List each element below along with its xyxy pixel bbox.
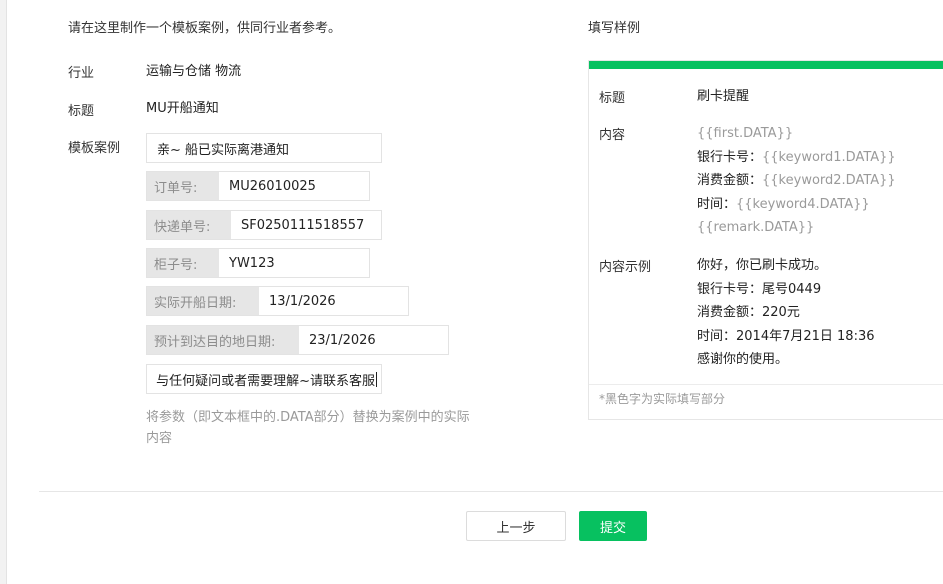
title-value: MU开船通知	[146, 101, 219, 116]
actual-sailing-date-field[interactable]: 实际开船日期: 13/1/2026	[146, 286, 409, 316]
sample-heading: 填写样例	[588, 21, 641, 36]
first-data-value: 亲~ 船已实际离港通知	[157, 142, 290, 158]
sample-content-placeholder: {{keyword1.DATA}}	[762, 149, 896, 165]
order-number-value: MU26010025	[229, 178, 316, 194]
sample-example-line: 银行卡号：尾号0449	[697, 281, 822, 297]
previous-step-button[interactable]: 上一步	[466, 511, 566, 541]
container-number-field[interactable]: 柜子号: YW123	[146, 248, 370, 278]
sample-content-remark: {{remark.DATA}}	[697, 220, 815, 235]
order-number-field[interactable]: 订单号: MU26010025	[146, 171, 370, 201]
sample-title-label: 标题	[599, 91, 626, 106]
sample-accent-bar	[589, 61, 943, 69]
sample-content-first: {{first.DATA}}	[697, 126, 794, 141]
sample-example-line: 感谢你的使用。	[697, 352, 789, 367]
footer-divider	[39, 491, 943, 492]
first-data-input[interactable]: 亲~ 船已实际离港通知	[146, 133, 382, 163]
sample-content-line: {{first.DATA}}	[697, 122, 793, 146]
sample-example-label: 内容示例	[599, 260, 652, 275]
sample-content-key: 消费金额：	[697, 173, 763, 188]
container-number-value: YW123	[229, 255, 275, 271]
submit-button[interactable]: 提交	[579, 511, 647, 541]
container-number-tag: 柜子号:	[147, 249, 219, 277]
sample-content-line: 消费金额：{{keyword2.DATA}}	[697, 169, 896, 193]
sample-footnote: *黑色字为实际填写部分	[599, 392, 726, 406]
eta-date-field[interactable]: 预计到达目的地日期: 23/1/2026	[146, 325, 449, 355]
remark-data-input[interactable]: 与任何疑问或者需要理解~请联系客服	[146, 364, 382, 394]
sample-content-line: 银行卡号：{{keyword1.DATA}}	[697, 146, 896, 170]
industry-value: 运输与仓储 物流	[146, 64, 242, 79]
order-number-tag: 订单号:	[147, 172, 219, 200]
sample-content-line: {{remark.DATA}}	[697, 216, 814, 240]
industry-label: 行业	[68, 66, 95, 81]
text-cursor	[376, 371, 377, 387]
eta-date-value: 23/1/2026	[309, 332, 376, 348]
sample-example-line: 时间：2014年7月21日 18:36	[697, 328, 875, 344]
sample-title-value: 刷卡提醒	[697, 89, 750, 104]
actual-sailing-date-tag: 实际开船日期:	[147, 287, 259, 315]
sample-card: 标题 刷卡提醒 内容 {{first.DATA}} 银行卡号：{{keyword…	[588, 60, 943, 420]
parameter-hint: 将参数（即文本框中的.DATA部分）替换为案例中的实际内容	[146, 410, 470, 446]
main-panel: 请在这里制作一个模板案例，供同行业者参考。 行业 运输与仓储 物流 标题 MU开…	[6, 0, 943, 584]
sample-content-placeholder: {{keyword4.DATA}}	[736, 196, 870, 212]
title-label: 标题	[68, 104, 95, 119]
sample-content-key: 时间：	[697, 196, 737, 212]
actual-sailing-date-value: 13/1/2026	[269, 293, 336, 309]
remark-data-value: 与任何疑问或者需要理解~请联系客服	[156, 373, 375, 389]
tracking-number-tag: 快递单号:	[147, 211, 231, 239]
tracking-number-field[interactable]: 快递单号: SF0250111518557	[146, 210, 382, 240]
intro-text: 请在这里制作一个模板案例，供同行业者参考。	[68, 21, 342, 36]
sample-content-key: 银行卡号：	[697, 149, 763, 165]
sample-example-line: 消费金额：220元	[697, 305, 800, 320]
sample-content-line: 时间：{{keyword4.DATA}}	[697, 193, 870, 217]
sample-content-label: 内容	[599, 128, 626, 143]
template-example-label: 模板案例	[68, 141, 121, 156]
sample-example-line: 你好，你已刷卡成功。	[697, 258, 828, 273]
sample-content-placeholder: {{keyword2.DATA}}	[762, 173, 896, 188]
tracking-number-value: SF0250111518557	[241, 217, 365, 233]
eta-date-tag: 预计到达目的地日期:	[147, 326, 299, 354]
sample-card-divider	[589, 384, 943, 385]
